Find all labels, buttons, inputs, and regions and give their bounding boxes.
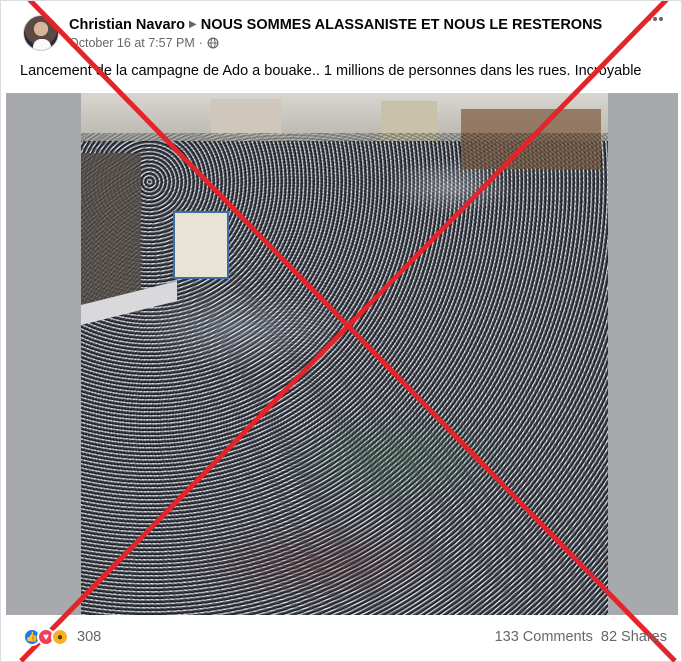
- reactions-summary[interactable]: 👍 ♥ ● 308: [23, 628, 101, 646]
- post-subline: October 16 at 7:57 PM ·: [69, 36, 602, 50]
- caret-right-icon: ▶: [189, 19, 197, 30]
- photo-banner: [173, 211, 229, 279]
- post-header: Christian Navaro ▶ NOUS SOMMES ALASSANIS…: [23, 13, 602, 53]
- post-text: Lancement de la campagne de Ado a bouake…: [20, 63, 642, 79]
- post-meta: Christian Navaro ▶ NOUS SOMMES ALASSANIS…: [69, 17, 602, 50]
- crowd-photo[interactable]: [81, 93, 608, 615]
- more-options-icon[interactable]: [647, 17, 663, 21]
- engagement-stats: 133 Comments 82 Shares: [495, 629, 667, 645]
- photo-building: [211, 99, 281, 135]
- comments-count[interactable]: 133 Comments: [495, 629, 593, 645]
- facebook-post: Christian Navaro ▶ NOUS SOMMES ALASSANIS…: [0, 0, 682, 662]
- globe-icon: [207, 37, 219, 48]
- wow-icon: ●: [51, 628, 69, 646]
- photo-crowd: [81, 133, 608, 615]
- group-name[interactable]: NOUS SOMMES ALASSANISTE ET NOUS LE RESTE…: [201, 17, 602, 33]
- separator-dot: ·: [198, 35, 203, 50]
- shares-count[interactable]: 82 Shares: [601, 629, 667, 645]
- post-timestamp[interactable]: October 16 at 7:57 PM: [69, 36, 195, 50]
- author-name[interactable]: Christian Navaro: [69, 17, 185, 33]
- author-line: Christian Navaro ▶ NOUS SOMMES ALASSANIS…: [69, 17, 602, 33]
- reaction-count[interactable]: 308: [77, 629, 101, 645]
- author-avatar[interactable]: [23, 15, 59, 51]
